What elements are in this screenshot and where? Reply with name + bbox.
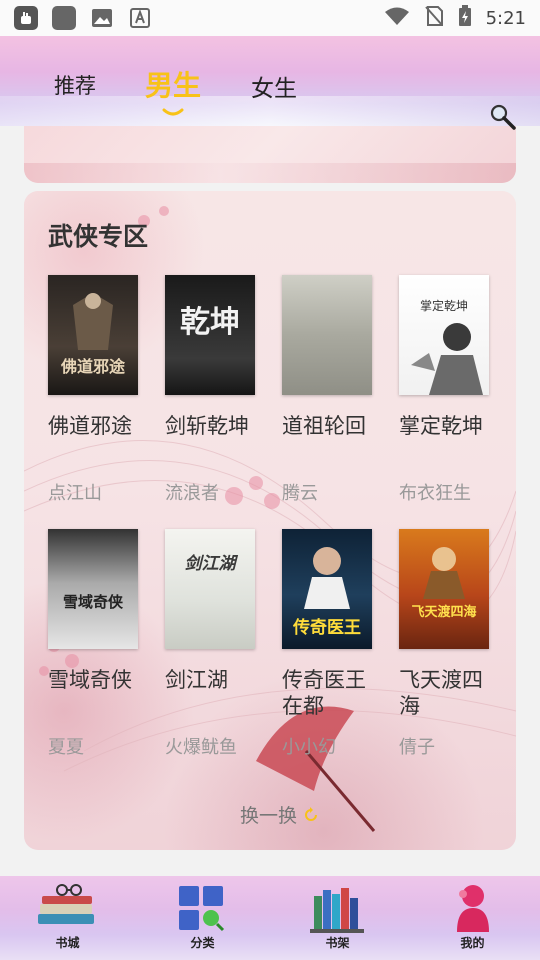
nav-label: 书城 xyxy=(55,936,80,950)
book-title: 道祖轮回 xyxy=(282,414,366,438)
category-grid-icon xyxy=(179,886,225,932)
nav-mine[interactable]: 我的 xyxy=(405,876,540,960)
app-notification-icon xyxy=(52,6,76,30)
book-title: 传奇医王在都 xyxy=(282,668,366,718)
refresh-button[interactable]: 换一换 xyxy=(240,801,319,828)
book-cover[interactable] xyxy=(282,275,372,395)
battery-icon xyxy=(458,5,472,31)
book-title: 掌定乾坤 xyxy=(399,414,483,438)
tab-female[interactable]: 女生 xyxy=(251,69,297,103)
cover-title: 雪域奇侠 xyxy=(62,593,123,611)
cover-title: 飞天渡四海 xyxy=(411,605,477,620)
book-title: 剑江湖 xyxy=(165,668,228,692)
tab-recommend[interactable]: 推荐 xyxy=(54,70,96,100)
book-cover[interactable]: 雪域奇侠 xyxy=(48,529,138,649)
book-cover[interactable]: 掌定乾坤 xyxy=(399,275,489,395)
text-notification-icon xyxy=(128,6,152,30)
book-title: 剑斩乾坤 xyxy=(165,414,249,438)
search-icon[interactable] xyxy=(488,102,518,132)
bookshelf-icon xyxy=(310,888,364,933)
hand-notification-icon xyxy=(14,6,38,30)
nav-bookstore[interactable]: 书城 xyxy=(0,876,135,960)
wifi-icon xyxy=(384,6,410,30)
nav-label: 书架 xyxy=(325,936,350,950)
status-bar: 5:21 xyxy=(0,0,540,36)
cover-title: 剑江湖 xyxy=(184,554,236,574)
nav-label: 分类 xyxy=(190,936,215,950)
book-cover[interactable]: 乾坤 xyxy=(165,275,255,395)
book-author: 流浪者 xyxy=(165,483,219,504)
main-content[interactable]: 武侠专区 佛道邪途 佛道邪途 点江山 乾坤 剑斩乾坤 流浪者 道祖轮回 腾云 掌… xyxy=(0,126,540,874)
book-author: 火爆鱿鱼 xyxy=(165,737,237,758)
book-cover[interactable]: 佛道邪途 xyxy=(48,275,138,395)
book-author: 倩子 xyxy=(399,737,435,758)
book-cover[interactable]: 飞天渡四海 xyxy=(399,529,489,649)
active-tab-indicator xyxy=(162,108,184,116)
refresh-label: 换一换 xyxy=(240,805,298,827)
nav-bookshelf[interactable]: 书架 xyxy=(270,876,405,960)
book-author: 布衣狂生 xyxy=(399,483,471,504)
no-sim-icon xyxy=(424,5,444,31)
tab-male[interactable]: 男生 xyxy=(145,64,201,104)
nav-category[interactable]: 分类 xyxy=(135,876,270,960)
book-title: 雪域奇侠 xyxy=(48,668,132,692)
image-notification-icon xyxy=(90,6,114,30)
book-title: 佛道邪途 xyxy=(48,414,132,438)
bottom-navigation: 书城 分类 书架 我的 xyxy=(0,876,540,960)
top-header: 推荐 男生 女生 xyxy=(0,36,540,130)
wuxia-section-card: 武侠专区 佛道邪途 佛道邪途 点江山 乾坤 剑斩乾坤 流浪者 道祖轮回 腾云 掌… xyxy=(24,191,516,850)
book-cover[interactable]: 剑江湖 xyxy=(165,529,255,649)
book-author: 夏夏 xyxy=(48,737,84,758)
section-title: 武侠专区 xyxy=(48,222,149,251)
profile-figure-icon xyxy=(457,885,489,932)
book-author: 点江山 xyxy=(48,483,102,504)
book-title: 飞天渡四海 xyxy=(399,668,483,718)
book-author: 小小幻 xyxy=(282,737,336,758)
cover-title: 乾坤 xyxy=(180,305,240,340)
cover-title: 佛道邪途 xyxy=(60,357,125,376)
status-time: 5:21 xyxy=(485,7,526,29)
cover-title: 传奇医王 xyxy=(293,618,361,638)
book-author: 腾云 xyxy=(282,483,318,504)
book-cover[interactable]: 传奇医王 xyxy=(282,529,372,649)
previous-section-card xyxy=(24,126,516,183)
books-glasses-icon xyxy=(38,884,94,924)
nav-label: 我的 xyxy=(460,936,485,950)
refresh-icon xyxy=(305,806,318,821)
